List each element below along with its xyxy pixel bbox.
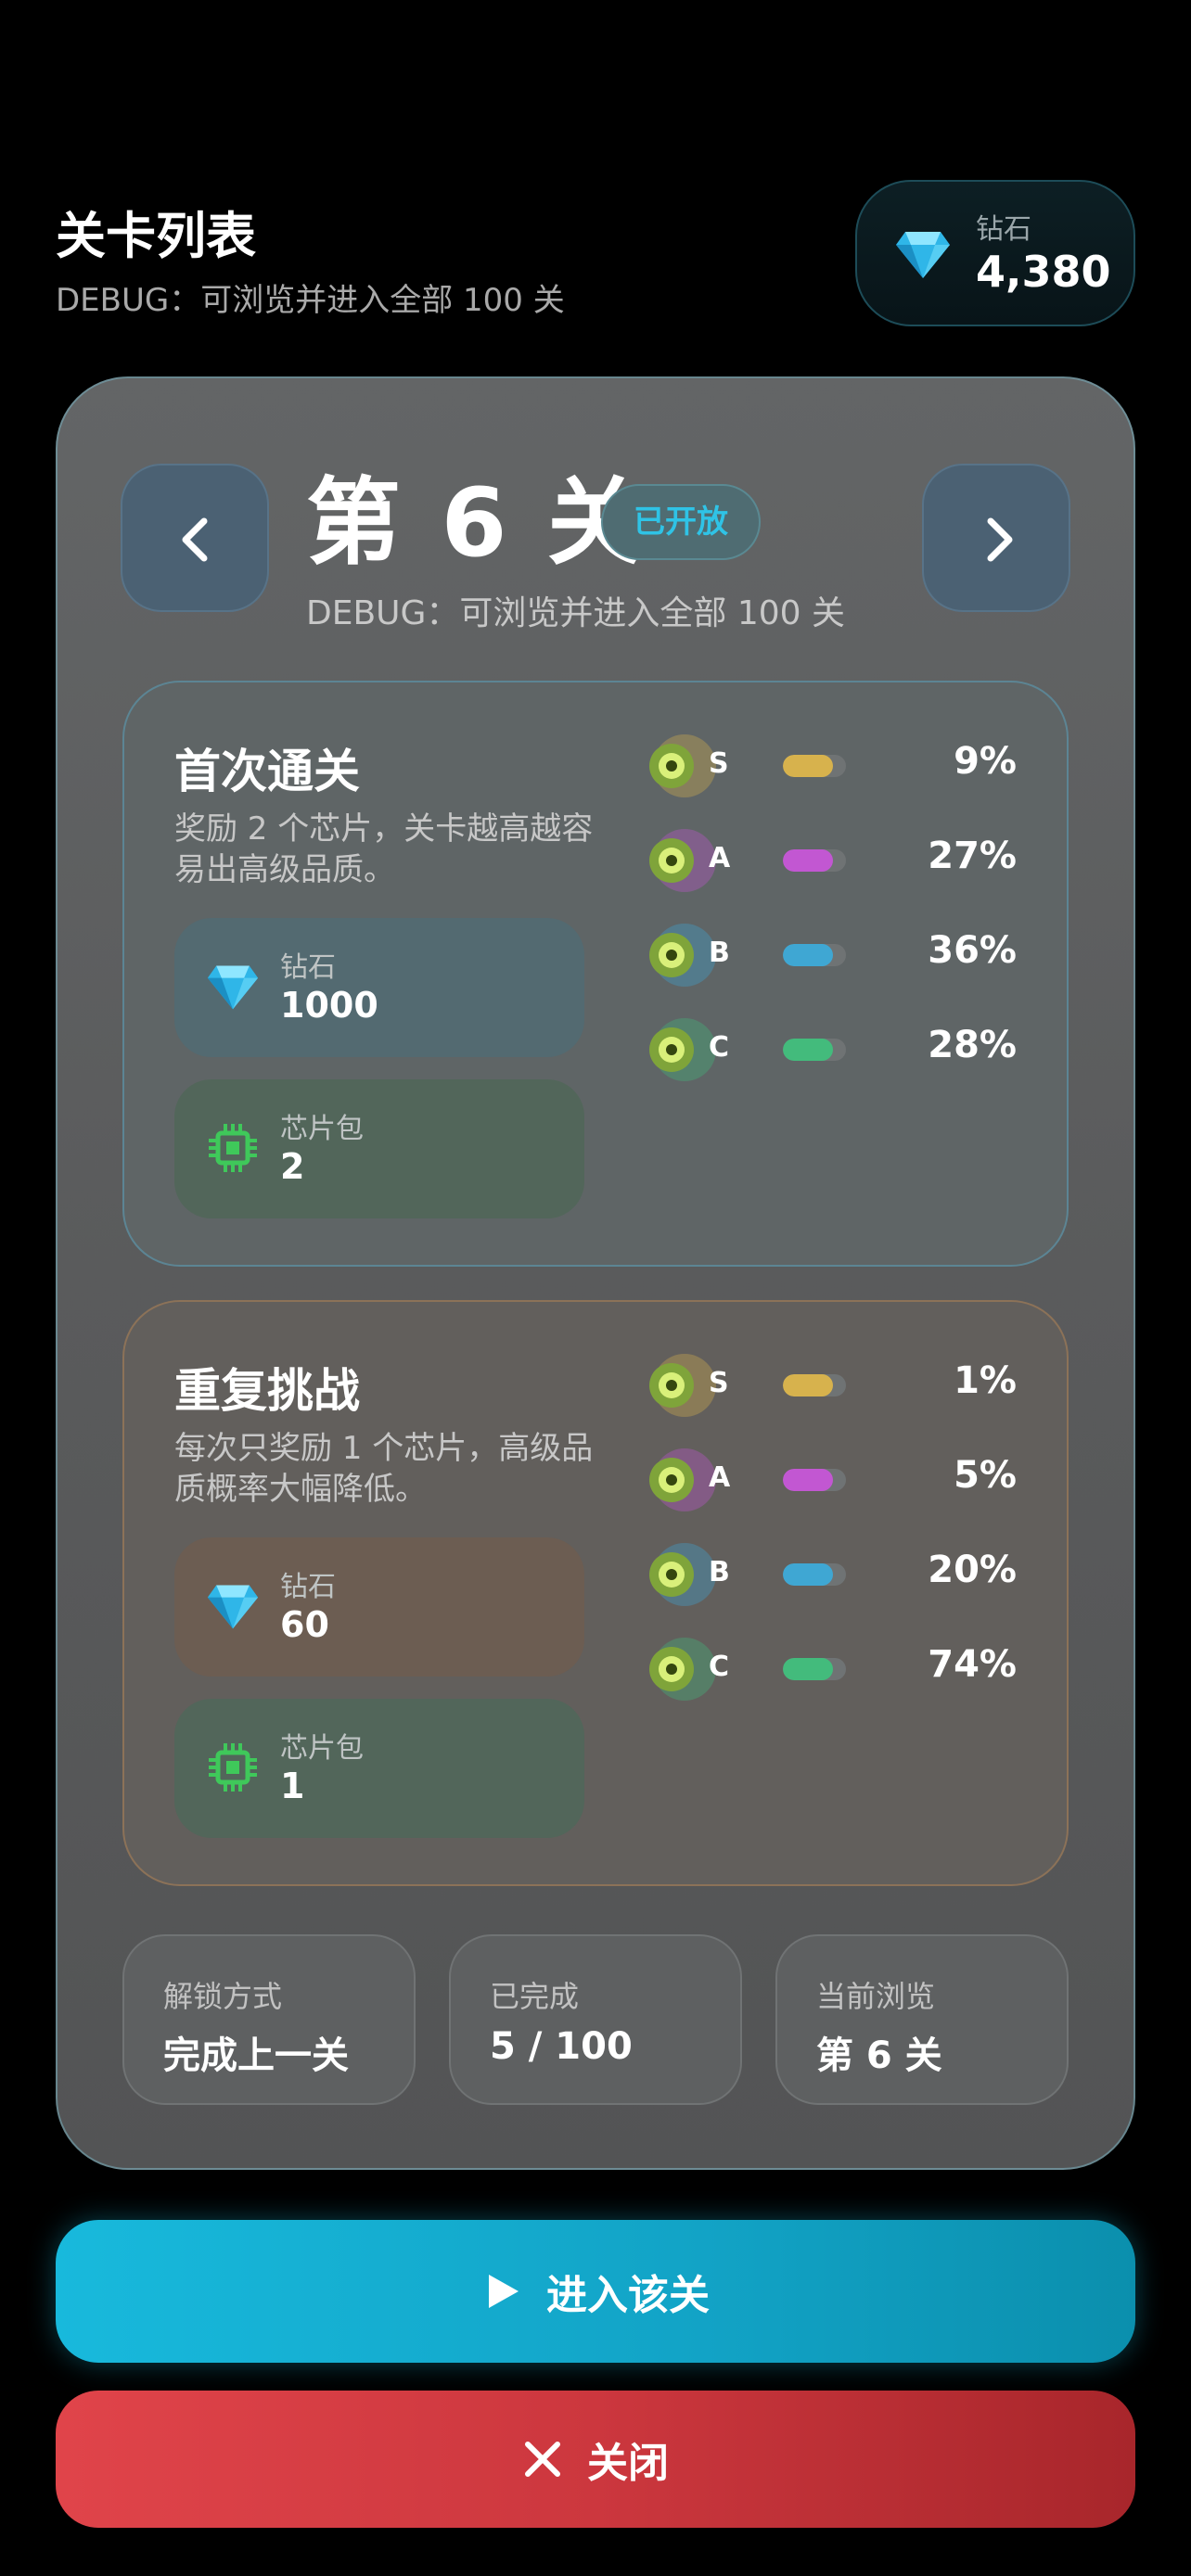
grade-row-b: B 36% [642,918,1017,992]
level-list-screen: 关卡列表 DEBUG：可浏览并进入全部 100 关 钻石 4,380 第 6 关… [0,0,1191,2576]
stat-value: 第 6 关 [816,2034,942,2077]
grade-bar-fill [783,1039,834,1061]
grade-bar-fill [783,944,834,966]
grade-percent: 5% [954,1454,1017,1497]
grade-row-c: C 74% [642,1632,1017,1706]
reward-chip-pack: 芯片包 2 [174,1079,584,1218]
chip-icon [209,1124,257,1172]
stat-label: 当前浏览 [816,1979,936,2014]
grade-bar-fill [783,1563,834,1586]
grade-letter: B [709,1556,730,1588]
status-badge: 已开放 [601,484,761,560]
reward-label: 芯片包 [280,1113,364,1145]
level-detail-panel [56,376,1135,2170]
chip-badge-icon [649,1354,716,1417]
grade-bar [783,944,846,966]
grade-bar [783,1469,846,1491]
grade-letter: A [709,1461,731,1494]
grade-letter: S [709,747,729,780]
reward-label: 芯片包 [280,1732,364,1765]
diamond-icon [207,965,259,1010]
chip-badge-icon [649,829,716,892]
diamond-icon [896,232,950,278]
stat-unlock-method: 解锁方式 完成上一关 [122,1934,416,2105]
grade-bar-fill [783,755,834,777]
grade-letter: C [709,1651,730,1683]
grade-bar [783,1374,846,1396]
level-subtitle: DEBUG：可浏览并进入全部 100 关 [306,594,846,632]
next-level-button[interactable] [922,464,1070,612]
grade-bar-fill [783,1658,834,1680]
chip-badge-icon [649,734,716,797]
reward-value: 2 [280,1146,305,1187]
diamond-balance: 钻石 4,380 [855,180,1135,326]
grade-letter: S [709,1367,729,1399]
card-description: 每次只奖励 1 个芯片，高级品质概率大幅降低。 [174,1430,594,1508]
diamond-balance-value: 4,380 [976,247,1111,297]
reward-chip-pack: 芯片包 1 [174,1699,584,1838]
chip-icon [209,1743,257,1792]
reward-value: 60 [280,1604,329,1645]
close-label: 关闭 [587,2440,669,2487]
grade-letter: A [709,842,731,874]
card-title: 重复挑战 [174,1364,360,1418]
level-title: 第 6 关 [306,468,646,579]
chip-badge-icon [649,1543,716,1606]
chevron-right-icon [987,517,1013,562]
grade-percent: 28% [928,1024,1017,1066]
stat-label: 已完成 [490,1979,580,2014]
grade-bar-fill [783,1469,834,1491]
grade-bar [783,1563,846,1586]
reward-label: 钻石 [280,951,336,984]
close-icon [525,2442,560,2477]
card-title: 首次通关 [174,745,360,798]
stat-current-view: 当前浏览 第 6 关 [775,1934,1069,2105]
prev-level-button[interactable] [121,464,269,612]
stat-value: 5 / 100 [490,2025,633,2068]
page-title: 关卡列表 [56,207,256,265]
grade-row-s: S 1% [642,1348,1017,1422]
chip-badge-icon [649,1638,716,1701]
reward-label: 钻石 [280,1571,336,1603]
enter-level-label: 进入该关 [546,2272,710,2319]
grade-percent: 27% [928,835,1017,877]
stat-label: 解锁方式 [163,1979,283,2014]
grade-percent: 74% [928,1643,1017,1686]
grade-bar-fill [783,849,834,872]
card-description: 奖励 2 个芯片，关卡越高越容易出高级品质。 [174,810,594,888]
grade-row-c: C 28% [642,1013,1017,1087]
grade-letter: C [709,1031,730,1064]
grade-percent: 1% [954,1359,1017,1402]
grade-bar [783,1039,846,1061]
reward-value: 1 [280,1766,305,1806]
grade-row-s: S 9% [642,729,1017,803]
stat-value: 完成上一关 [163,2034,349,2077]
grade-bar-fill [783,1374,834,1396]
reward-diamond: 钻石 1000 [174,918,584,1057]
grade-bar [783,755,846,777]
chip-badge-icon [649,924,716,987]
grade-percent: 20% [928,1549,1017,1591]
page-subtitle: DEBUG：可浏览并进入全部 100 关 [56,282,565,319]
grade-percent: 36% [928,929,1017,972]
grade-bar [783,1658,846,1680]
enter-level-button[interactable]: 进入该关 [56,2220,1135,2363]
chip-badge-icon [649,1018,716,1081]
diamond-icon [207,1585,259,1629]
grade-row-b: B 20% [642,1537,1017,1612]
grade-percent: 9% [954,740,1017,783]
diamond-balance-label: 钻石 [976,213,1031,246]
stat-completed: 已完成 5 / 100 [449,1934,742,2105]
grade-letter: B [709,937,730,969]
grade-row-a: A 5% [642,1443,1017,1517]
reward-diamond: 钻石 60 [174,1537,584,1677]
grade-bar [783,849,846,872]
grade-row-a: A 27% [642,823,1017,898]
reward-value: 1000 [280,985,378,1026]
play-icon [489,2275,519,2308]
chip-badge-icon [649,1448,716,1511]
close-button[interactable]: 关闭 [56,2391,1135,2528]
chevron-left-icon [182,517,208,562]
